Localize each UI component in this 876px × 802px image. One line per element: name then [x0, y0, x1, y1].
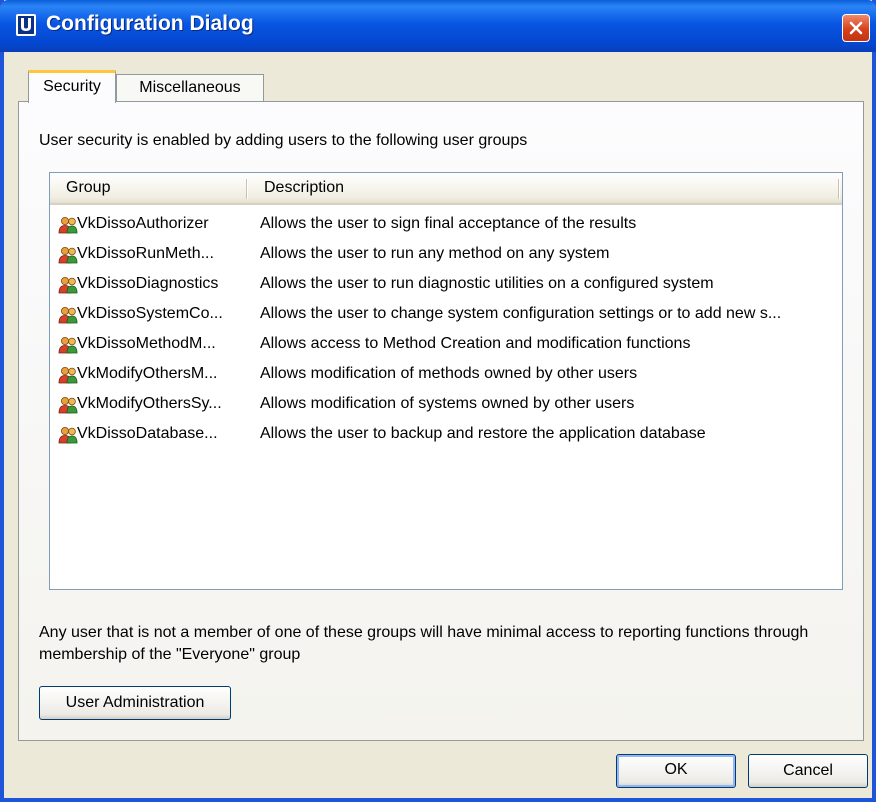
list-item[interactable]: VkDissoDiagnostics Allows the user to run… [50, 269, 842, 299]
list-item[interactable]: VkDissoAuthorizer Allows the user to sign… [50, 209, 842, 239]
group-name: VkDissoRunMeth... [77, 245, 214, 262]
group-name: VkDissoSystemCo... [77, 305, 223, 322]
user-group-icon [58, 425, 78, 444]
tab-security[interactable]: Security [28, 70, 116, 103]
configuration-dialog: Configuration Dialog Security Miscellane… [0, 0, 876, 802]
user-group-icon [58, 215, 78, 234]
user-group-icon [58, 365, 78, 384]
group-description: Allows access to Method Creation and mod… [260, 335, 691, 352]
list-rows: VkDissoAuthorizer Allows the user to sign… [50, 209, 842, 449]
list-item[interactable]: VkModifyOthersM... Allows modification of… [50, 359, 842, 389]
list-item[interactable]: VkDissoSystemCo... Allows the user to cha… [50, 299, 842, 329]
title-bar[interactable]: Configuration Dialog [0, 0, 876, 52]
group-description: Allows the user to backup and restore th… [260, 425, 706, 442]
app-icon [16, 14, 36, 36]
list-item[interactable]: VkModifyOthersSy... Allows modification o… [50, 389, 842, 419]
security-tab-panel: User security is enabled by adding users… [18, 101, 864, 741]
cancel-button[interactable]: Cancel [748, 754, 868, 788]
close-icon [849, 21, 863, 35]
column-divider[interactable] [838, 179, 840, 199]
list-item[interactable]: VkDissoRunMeth... Allows the user to run … [50, 239, 842, 269]
group-description: Allows modification of methods owned by … [260, 365, 638, 382]
group-name: VkModifyOthersM... [77, 365, 218, 382]
user-group-icon [58, 305, 78, 324]
user-group-icon [58, 395, 78, 414]
user-group-icon [58, 245, 78, 264]
window-title: Configuration Dialog [46, 12, 254, 35]
ok-button[interactable]: OK [616, 754, 736, 788]
everyone-group-note: Any user that is not a member of one of … [39, 624, 809, 663]
user-administration-button[interactable]: User Administration [39, 686, 231, 720]
group-description: Allows the user to change system configu… [260, 305, 782, 322]
group-description: Allows the user to run any method on any… [260, 245, 610, 262]
security-intro-text: User security is enabled by adding users… [39, 132, 528, 149]
user-group-icon [58, 275, 78, 294]
group-name: VkDissoDiagnostics [77, 275, 219, 292]
list-item[interactable]: VkDissoDatabase... Allows the user to bac… [50, 419, 842, 449]
group-name: VkDissoMethodM... [77, 335, 216, 352]
column-header-group[interactable]: Group [66, 173, 246, 203]
group-name: VkDissoDatabase... [77, 425, 218, 442]
group-description: Allows the user to run diagnostic utilit… [260, 275, 714, 292]
user-groups-list[interactable]: Group Description VkDissoAuthorizer Allow… [49, 172, 843, 590]
list-item[interactable]: VkDissoMethodM... Allows access to Method… [50, 329, 842, 359]
close-button[interactable] [842, 14, 870, 42]
column-divider[interactable] [246, 179, 248, 199]
tab-miscellaneous[interactable]: Miscellaneous [116, 74, 264, 101]
group-name: VkDissoAuthorizer [77, 215, 209, 232]
user-group-icon [58, 335, 78, 354]
column-header-description[interactable]: Description [264, 173, 824, 203]
list-header: Group Description [50, 173, 842, 205]
group-description: Allows the user to sign final acceptance… [260, 215, 637, 232]
group-description: Allows modification of systems owned by … [260, 395, 635, 412]
group-name: VkModifyOthersSy... [77, 395, 222, 412]
